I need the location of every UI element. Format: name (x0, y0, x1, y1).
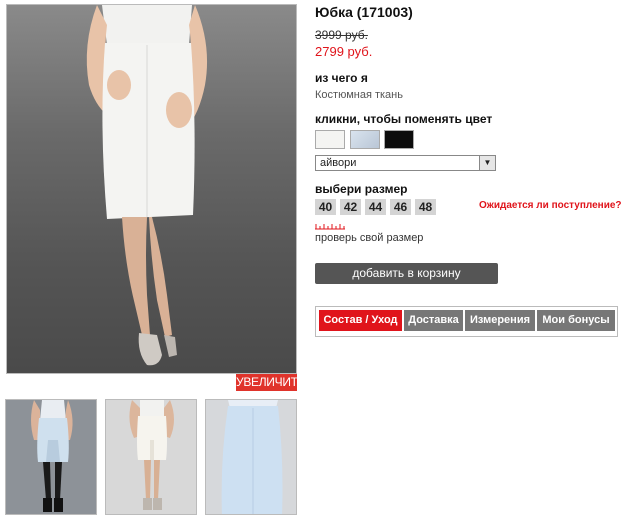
thumbnail-ivory-back[interactable] (105, 399, 197, 515)
product-title: Юбка (171003) (315, 4, 413, 20)
size-label: выбери размер (315, 182, 408, 196)
ruler-icon (315, 224, 345, 230)
size-option-46[interactable]: 46 (390, 199, 411, 215)
check-size-link[interactable]: проверь свой размер (315, 232, 423, 244)
old-price: 3999 руб. (315, 28, 368, 42)
tab-composition-care[interactable]: Состав / Уход (319, 310, 402, 331)
size-option-48[interactable]: 48 (415, 199, 436, 215)
color-swatch-blue[interactable] (350, 130, 380, 149)
size-option-42[interactable]: 42 (340, 199, 361, 215)
color-swatch-black[interactable] (384, 130, 414, 149)
tab-measurements[interactable]: Измерения (465, 310, 535, 331)
material-label: из чего я (315, 71, 368, 85)
main-product-photo[interactable] (6, 4, 297, 374)
color-select[interactable]: айвори ▼ (315, 155, 496, 171)
size-option-40[interactable]: 40 (315, 199, 336, 215)
add-to-cart-button[interactable]: добавить в корзину (315, 263, 498, 284)
info-tabs: Состав / Уход Доставка Измерения Мои бон… (315, 306, 618, 337)
thumbnail-blue-front[interactable] (205, 399, 297, 515)
sale-price: 2799 руб. (315, 44, 373, 59)
thumbnail-back-view[interactable] (5, 399, 97, 515)
size-option-44[interactable]: 44 (365, 199, 386, 215)
zoom-button[interactable]: УВЕЛИЧИТЬ (236, 374, 306, 391)
color-swatch-ivory[interactable] (315, 130, 345, 149)
color-label: кликни, чтобы поменять цвет (315, 112, 493, 126)
tab-delivery[interactable]: Доставка (404, 310, 463, 331)
material-value: Костюмная ткань (315, 89, 403, 101)
tab-my-bonuses[interactable]: Мои бонусы (537, 310, 615, 331)
restock-inquiry-link[interactable]: Ожидается ли поступление? (479, 200, 622, 211)
chevron-down-icon[interactable]: ▼ (479, 156, 495, 170)
color-select-value: айвори (320, 157, 357, 169)
